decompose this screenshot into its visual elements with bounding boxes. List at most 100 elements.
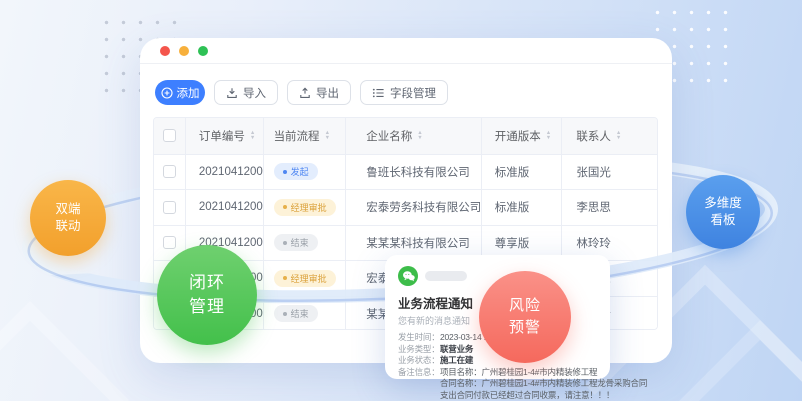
column-header-label: 订单编号	[199, 128, 245, 144]
order-number-cell: 20210412002	[186, 190, 264, 225]
export-button-label: 导出	[316, 85, 339, 101]
table-row[interactable]: 20210412002 经理审批 宏泰劳务科技有限公司标准版李思思	[154, 189, 657, 225]
version-cell: 标准版	[482, 155, 563, 190]
column-header-label: 开通版本	[495, 128, 541, 144]
row-checkbox[interactable]	[163, 201, 176, 214]
column-header: 联系人 ▲▼	[562, 118, 657, 154]
notification-field-line: 备注信息：项目名称：广州碧桂园1-4#市内精装修工程	[398, 367, 598, 379]
export-icon	[299, 87, 311, 99]
feature-badge-label: 风险	[509, 295, 541, 317]
list-icon	[372, 87, 385, 99]
process-status-label: 结束	[291, 236, 309, 249]
feature-badge-label: 双端	[55, 201, 80, 218]
feature-badge-label: 管理	[189, 295, 225, 319]
column-header-label: 企业名称	[366, 128, 412, 144]
column-header-label: 联系人	[576, 128, 611, 144]
feature-badge-label: 联动	[55, 218, 80, 235]
notification-field-label: 发生时间：	[398, 332, 440, 344]
process-status-badge: 经理审批	[274, 199, 336, 216]
process-status-badge: 经理审批	[274, 270, 336, 287]
landing-hero-graphic: 添加 导入 导出 字段管理	[0, 0, 802, 401]
process-status-badge: 发起	[274, 163, 318, 180]
notification-field-line: 支出合同付款已经超过合同收票，请注意！！！	[398, 390, 598, 401]
column-header: 订单编号 ▲▼	[186, 118, 264, 154]
notification-field-value: 支出合同付款已经超过合同收票，请注意！！！	[440, 390, 614, 401]
process-status-label: 结束	[291, 307, 309, 320]
notification-field-label	[398, 378, 440, 390]
notification-field-value: 项目名称：广州碧桂园1-4#市内精装修工程	[440, 367, 597, 379]
row-checkbox[interactable]	[163, 165, 176, 178]
column-header: 企业名称 ▲▼	[346, 118, 481, 154]
version-cell: 标准版	[482, 190, 563, 225]
process-status-label: 发起	[291, 165, 309, 178]
company-name-cell: 鲁班长科技有限公司	[346, 155, 481, 190]
process-cell: 结束	[264, 226, 347, 261]
feature-badge-dual-end: 双端 联动	[30, 180, 106, 256]
plus-circle-icon	[161, 87, 173, 99]
add-button[interactable]: 添加	[155, 80, 205, 105]
status-dot-icon	[283, 276, 287, 280]
header-checkbox-cell	[154, 118, 186, 154]
minimize-dot-icon[interactable]	[179, 46, 189, 56]
notification-field-value: 联营业务	[440, 344, 473, 356]
notification-field-label: 备注信息：	[398, 367, 440, 379]
feature-badge-risk-warning: 风险 预警	[479, 271, 571, 363]
import-button[interactable]: 导入	[214, 80, 278, 105]
column-header: 开通版本 ▲▼	[482, 118, 563, 154]
row-checkbox-cell	[154, 155, 186, 190]
feature-badge-label: 闭环	[189, 271, 225, 295]
sort-icon[interactable]: ▲▼	[546, 131, 551, 141]
process-status-badge: 结束	[274, 305, 318, 322]
feature-badge-closed-loop: 闭环 管理	[157, 245, 257, 345]
sort-icon[interactable]: ▲▼	[250, 131, 255, 141]
status-dot-icon	[283, 312, 287, 316]
sort-icon[interactable]: ▲▼	[417, 131, 422, 141]
process-status-label: 经理审批	[291, 201, 327, 214]
import-button-label: 导入	[243, 85, 266, 101]
toolbar: 添加 导入 导出 字段管理	[155, 80, 448, 105]
notification-field-label	[398, 390, 440, 401]
column-header: 当前流程▲▼	[264, 118, 347, 154]
window-titlebar	[140, 38, 672, 64]
sort-icon[interactable]: ▲▼	[616, 131, 621, 141]
status-dot-icon	[283, 205, 287, 209]
contact-cell: 李思思	[562, 190, 657, 225]
order-number-cell: 20210412001	[186, 155, 264, 190]
process-status-label: 经理审批	[291, 272, 327, 285]
process-cell: 发起	[264, 155, 347, 190]
status-dot-icon	[283, 170, 287, 174]
select-all-checkbox[interactable]	[163, 129, 176, 142]
notification-field-value: 合同名称：广州碧桂园1-4#市内精装修工程龙骨采购合同	[440, 378, 647, 390]
feature-badge-label: 预警	[509, 317, 541, 339]
notification-field-label: 业务状态：	[398, 355, 440, 367]
feature-badge-label: 多维度	[704, 195, 742, 212]
sort-icon[interactable]: ▲▼	[325, 131, 330, 141]
close-dot-icon[interactable]	[160, 46, 170, 56]
process-status-badge: 结束	[274, 234, 318, 251]
notification-field-value: 施工在建	[440, 355, 473, 367]
add-button-label: 添加	[177, 85, 200, 101]
row-checkbox[interactable]	[163, 236, 176, 249]
field-management-button-label: 字段管理	[390, 85, 436, 101]
status-dot-icon	[283, 241, 287, 245]
chevron-decoration	[0, 301, 129, 401]
sender-placeholder	[425, 271, 467, 281]
table-header-row: 订单编号▲▼当前流程▲▼企业名称▲▼开通版本▲▼联系人▲▼	[154, 118, 657, 154]
table-row[interactable]: 20210412001 发起 鲁班长科技有限公司标准版张国光	[154, 154, 657, 190]
import-icon	[226, 87, 238, 99]
field-management-button[interactable]: 字段管理	[360, 80, 448, 105]
notification-field-line: 合同名称：广州碧桂园1-4#市内精装修工程龙骨采购合同	[398, 378, 598, 390]
wechat-icon	[398, 266, 418, 286]
notification-field-line: 业务状态：施工在建	[398, 355, 598, 367]
process-cell: 结束	[264, 297, 347, 331]
feature-badge-multidim-board: 多维度 看板	[686, 175, 760, 249]
company-name-cell: 宏泰劳务科技有限公司	[346, 190, 481, 225]
process-cell: 经理审批	[264, 190, 347, 225]
feature-badge-label: 看板	[710, 212, 735, 229]
notification-field-label: 业务类型：	[398, 344, 440, 356]
row-checkbox-cell	[154, 190, 186, 225]
process-cell: 经理审批	[264, 261, 347, 296]
contact-cell: 张国光	[562, 155, 657, 190]
maximize-dot-icon[interactable]	[198, 46, 208, 56]
export-button[interactable]: 导出	[287, 80, 351, 105]
